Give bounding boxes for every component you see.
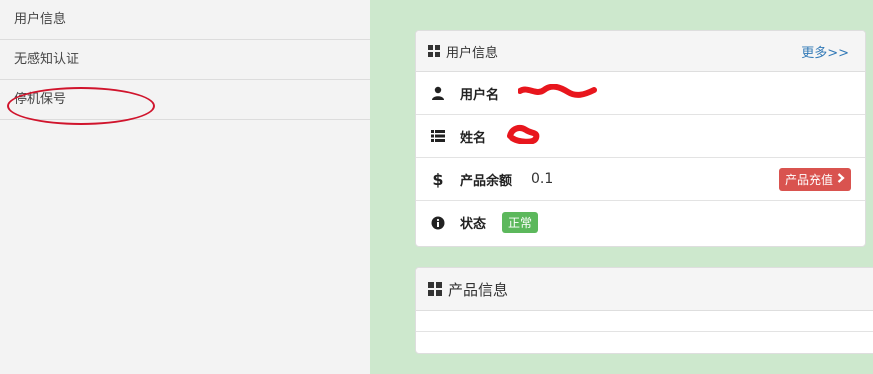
username-label: 用户名 — [460, 87, 500, 103]
recharge-button[interactable]: 产品充值 — [778, 167, 851, 191]
username-row: 用户名 — [416, 72, 865, 115]
status-label: 状态 — [460, 217, 487, 232]
sidebar-item-user-info[interactable]: 用户信息 — [0, 0, 370, 40]
name-row: 姓名 — [416, 115, 865, 158]
grid-icon — [428, 45, 440, 57]
redacted-name — [506, 124, 542, 148]
dollar-icon: $ — [432, 169, 444, 189]
chevron-right-icon — [837, 172, 845, 186]
balance-row: $ 产品余额 0.1 产品充值 — [416, 158, 865, 201]
recharge-button-label: 产品充值 — [784, 172, 833, 187]
list-icon — [430, 128, 446, 144]
sidebar: 用户信息 无感知认证 停机保号 — [0, 0, 370, 374]
balance-value: 0.1 — [531, 171, 554, 187]
sidebar-item-seamless-auth[interactable]: 无感知认证 — [0, 40, 370, 80]
sidebar-item-suspend-keep-number[interactable]: 停机保号 — [0, 80, 370, 120]
balance-label: 产品余额 — [460, 173, 513, 189]
redacted-username — [517, 83, 598, 102]
panel-title: 用户信息 — [446, 45, 499, 61]
product-info-panel-header: 产品信息 — [416, 268, 873, 311]
user-icon — [430, 85, 446, 101]
panel-title: 产品信息 — [448, 280, 509, 299]
sidebar-item-label: 用户信息 — [14, 12, 67, 27]
sidebar-item-label: 无感知认证 — [14, 52, 80, 67]
product-info-body — [416, 311, 873, 332]
grid-icon — [428, 282, 442, 296]
product-info-panel: 产品信息 — [415, 267, 873, 354]
info-icon — [430, 215, 446, 231]
status-row: 状态 正常 — [416, 201, 865, 244]
status-badge: 正常 — [502, 212, 539, 233]
user-info-panel: 用户信息 更多>> 用户名 姓名 $ 产品余额 0.1 产品充值 状态 正常 — [415, 30, 866, 247]
sidebar-item-label: 停机保号 — [14, 92, 67, 107]
more-link[interactable]: 更多>> — [801, 42, 849, 61]
user-info-panel-header: 用户信息 更多>> — [416, 31, 865, 72]
